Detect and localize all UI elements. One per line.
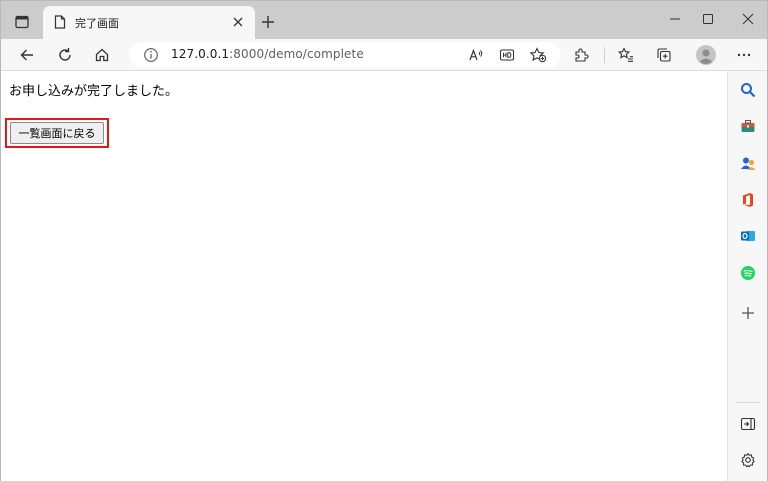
plus-icon bbox=[262, 16, 274, 28]
completion-message: お申し込みが完了しました。 bbox=[9, 84, 179, 99]
sidebar-separator bbox=[736, 402, 760, 403]
spotify-icon bbox=[741, 266, 755, 280]
sidebar-outlook-button[interactable] bbox=[736, 224, 760, 248]
toolbar: 127.0.0.1:8000/demo/complete bbox=[1, 39, 767, 71]
sidebar-spotify-button[interactable] bbox=[736, 261, 760, 285]
sidebar-people-button[interactable] bbox=[736, 151, 760, 175]
tab-strip: 完了画面 bbox=[1, 1, 767, 39]
search-icon bbox=[741, 83, 756, 98]
page-icon bbox=[54, 15, 66, 29]
tab-title: 完了画面 bbox=[75, 17, 119, 30]
edge-sidebar bbox=[727, 71, 767, 481]
plus-icon bbox=[742, 307, 754, 319]
sidebar-search-button[interactable] bbox=[736, 78, 760, 102]
maximize-icon bbox=[703, 14, 713, 24]
close-icon bbox=[742, 13, 754, 25]
sidebar-tools-button[interactable] bbox=[736, 114, 760, 138]
settings-more-button[interactable] bbox=[732, 43, 756, 67]
url-host: 127.0.0.1 bbox=[171, 47, 230, 61]
home-icon bbox=[95, 48, 109, 62]
extensions-button[interactable] bbox=[569, 43, 593, 67]
maximize-button[interactable] bbox=[693, 7, 723, 31]
favorites-button[interactable] bbox=[614, 43, 638, 67]
address-bar[interactable]: 127.0.0.1:8000/demo/complete bbox=[129, 42, 561, 68]
url-path: :8000/demo/complete bbox=[229, 47, 364, 61]
office-icon bbox=[743, 193, 753, 207]
back-to-list-button[interactable]: 一覧画面に戻る bbox=[10, 122, 104, 144]
puzzle-icon bbox=[575, 48, 589, 62]
close-icon bbox=[233, 17, 243, 27]
minimize-button[interactable] bbox=[660, 7, 690, 31]
back-nav-button[interactable] bbox=[15, 43, 39, 67]
toolbox-icon bbox=[741, 120, 755, 132]
url-text[interactable]: 127.0.0.1:8000/demo/complete bbox=[171, 47, 364, 61]
avatar-icon bbox=[696, 45, 716, 65]
sidebar-add-button[interactable] bbox=[736, 301, 760, 325]
toolbar-separator bbox=[604, 47, 605, 63]
browser-window: 完了画面 127.0.0.1:8000/demo/complete お申し込みが… bbox=[0, 0, 768, 481]
hd-button[interactable] bbox=[495, 43, 519, 67]
info-icon[interactable] bbox=[143, 47, 159, 63]
read-aloud-icon bbox=[469, 48, 483, 61]
new-tab-button[interactable] bbox=[257, 11, 279, 33]
hd-icon bbox=[499, 49, 515, 61]
more-icon bbox=[737, 53, 751, 57]
collections-icon bbox=[657, 48, 671, 62]
refresh-icon bbox=[59, 48, 71, 61]
favorites-list-icon bbox=[618, 47, 633, 62]
tab-actions-button[interactable] bbox=[11, 11, 33, 33]
sidebar-settings-button[interactable] bbox=[736, 448, 760, 472]
tab-close-button[interactable] bbox=[229, 13, 247, 31]
sidebar-collapse-icon bbox=[740, 417, 756, 431]
sidebar-office-button[interactable] bbox=[736, 188, 760, 212]
home-button[interactable] bbox=[90, 43, 114, 67]
add-favorite-button[interactable] bbox=[526, 43, 550, 67]
profile-button[interactable] bbox=[694, 43, 718, 67]
read-aloud-button[interactable] bbox=[464, 43, 488, 67]
page-viewport: お申し込みが完了しました。 一覧画面に戻る bbox=[1, 71, 727, 481]
tab-active[interactable]: 完了画面 bbox=[43, 6, 255, 39]
collections-button[interactable] bbox=[652, 43, 676, 67]
tab-actions-icon bbox=[15, 15, 29, 29]
minimize-icon bbox=[670, 18, 680, 20]
people-icon bbox=[741, 157, 756, 170]
refresh-button[interactable] bbox=[53, 43, 77, 67]
window-close-button[interactable] bbox=[733, 7, 763, 31]
sidebar-hide-button[interactable] bbox=[736, 412, 760, 436]
outlook-icon bbox=[741, 231, 755, 241]
gear-icon bbox=[741, 453, 755, 468]
star-add-icon bbox=[529, 47, 547, 63]
arrow-left-icon bbox=[20, 49, 33, 61]
